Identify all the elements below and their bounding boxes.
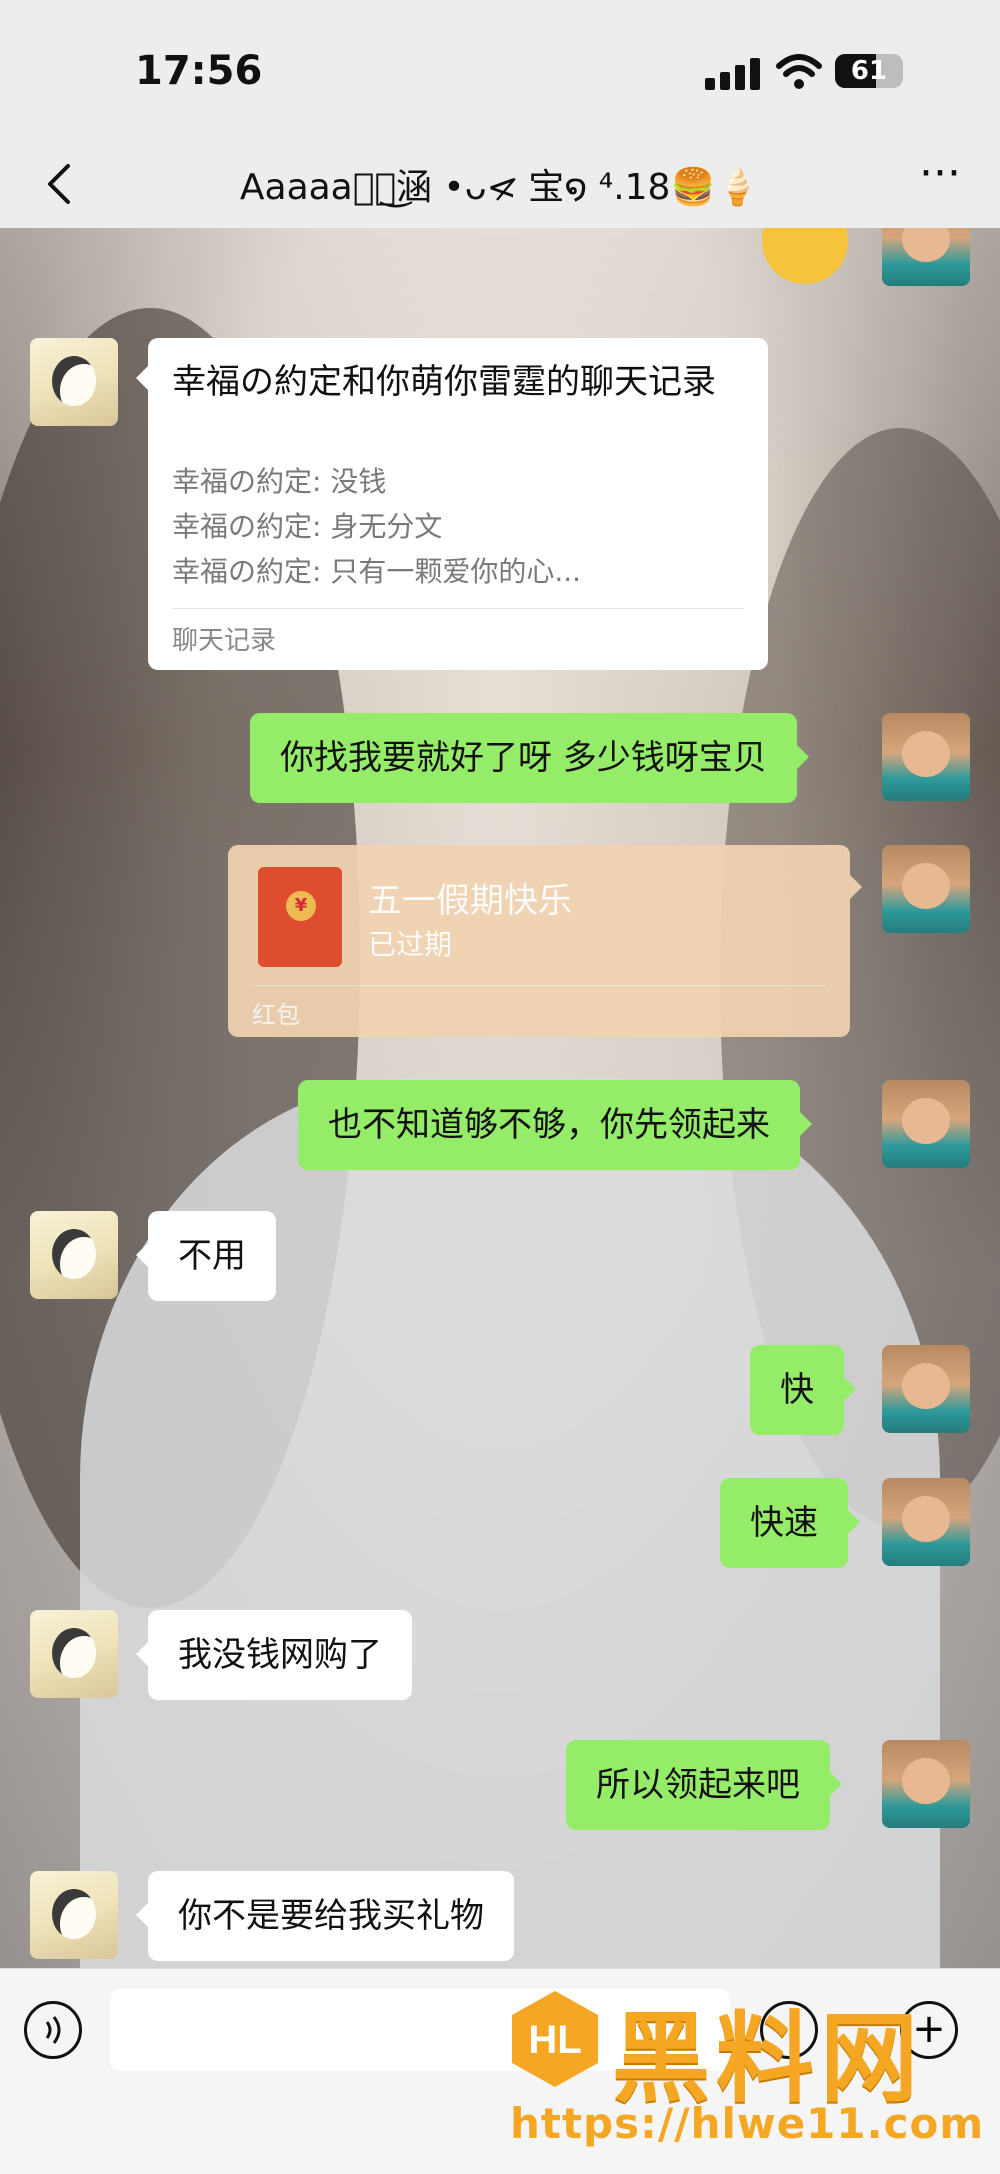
avatar-contact[interactable]: [30, 1211, 118, 1299]
avatar-self[interactable]: [882, 228, 970, 286]
signal-icon: [705, 58, 761, 90]
avatar-self[interactable]: [882, 1740, 970, 1828]
message-bubble-sent[interactable]: 所以领起来吧: [566, 1740, 842, 1830]
chat-record-line: 幸福の約定: 身无分文: [172, 510, 443, 543]
back-icon[interactable]: [30, 154, 90, 214]
message-bubble-received[interactable]: 不用: [136, 1211, 276, 1301]
message-bubble-sent[interactable]: 快: [750, 1345, 856, 1435]
red-packet-label: 红包: [252, 1001, 300, 1029]
avatar-contact[interactable]: [30, 1610, 118, 1698]
avatar-self[interactable]: [882, 845, 970, 933]
chat-record-label: 聊天记录: [172, 626, 277, 656]
avatar-self[interactable]: [882, 713, 970, 801]
avatar-contact[interactable]: [30, 1871, 118, 1959]
chat-title: Aaaaaศ๊͜涵 •ᴗ<̷̷ 宝໑ ⁴.18🍔🍦: [239, 167, 761, 208]
chat-record-card[interactable]: 幸福の約定和你萌你雷霆的聊天记录 幸福の約定: 没钱 幸福の約定: 身无分文 幸…: [136, 338, 768, 670]
avatar-self[interactable]: [882, 1080, 970, 1168]
watermark-url: https://hlwe11.com: [510, 2099, 985, 2148]
voice-icon[interactable]: [24, 2001, 82, 2059]
svg-text:HL: HL: [528, 2018, 581, 2062]
chat-area[interactable]: 幸福の約定和你萌你雷霆的聊天记录 幸福の約定: 没钱 幸福の約定: 身无分文 幸…: [0, 228, 1000, 1968]
red-packet-title: 五一假期快乐: [368, 881, 572, 921]
more-icon[interactable]: ···: [910, 152, 970, 214]
message-bubble-received[interactable]: 你不是要给我买礼物: [136, 1871, 514, 1961]
status-bar: 17:56 61: [0, 0, 1000, 140]
avatar-self[interactable]: [882, 1345, 970, 1433]
wifi-icon: [776, 54, 822, 89]
watermark-logo: HL: [512, 1991, 598, 2087]
red-packet-status: 已过期: [368, 928, 453, 961]
battery-level: 61: [850, 56, 888, 86]
red-packet-icon: ¥: [258, 867, 342, 967]
message-bubble-sent[interactable]: 快速: [720, 1478, 860, 1568]
avatar-contact[interactable]: [30, 338, 118, 426]
chat-record-line: 幸福の約定: 没钱: [172, 465, 387, 498]
chat-record-line: 幸福の約定: 只有一颗爱你的心...: [172, 555, 582, 588]
message-bubble-sent[interactable]: 也不知道够不够，你先领起来: [298, 1080, 812, 1170]
message-bubble-sent[interactable]: 你找我要就好了呀 多少钱呀宝贝: [250, 713, 809, 803]
message-bubble-received[interactable]: 我没钱网购了: [136, 1610, 412, 1700]
battery-icon: 61: [835, 54, 903, 88]
chat-record-title: 幸福の約定和你萌你雷霆的聊天记录: [172, 362, 716, 402]
chat-header: Aaaaaศ๊͜涵 •ᴗ<̷̷ 宝໑ ⁴.18🍔🍦 ···: [0, 140, 1000, 228]
emoji-sticker: [762, 228, 848, 284]
input-bar: + HL 黑料网 https://hlwe11.com: [0, 1968, 1000, 2174]
avatar-self[interactable]: [882, 1478, 970, 1566]
status-time: 17:56: [135, 48, 263, 94]
red-packet-card[interactable]: ¥ 五一假期快乐 已过期 红包: [228, 845, 862, 1037]
